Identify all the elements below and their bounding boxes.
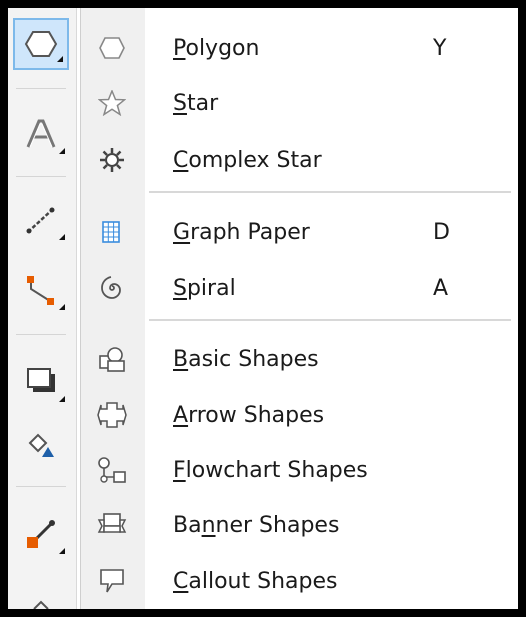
complex-star-icon (97, 146, 127, 174)
flowchart-shapes-icon (97, 456, 127, 484)
menu-separator (149, 191, 511, 193)
eyedropper-tool-icon (27, 520, 55, 548)
menu-item-star[interactable]: Star (81, 78, 518, 128)
drop-shadow-tool-icon (27, 368, 55, 392)
shortcut-label: A (433, 275, 449, 301)
menu-item-basic-shapes[interactable]: Basic Shapes (81, 334, 518, 384)
flyout-indicator-icon (59, 396, 65, 402)
arrow-shapes-icon (97, 401, 127, 429)
text-tool-icon (26, 119, 56, 148)
fill-tool-button[interactable] (13, 418, 69, 470)
flyout-indicator-icon (57, 56, 63, 62)
eyedropper-tool-button[interactable] (13, 508, 69, 560)
shapes-flyout-menu: Polygon Y Star Complex Star Graph Paper … (80, 8, 518, 609)
polygon-tool-button[interactable] (13, 18, 69, 70)
dimension-tool-button[interactable] (13, 194, 69, 246)
connector-tool-button[interactable] (13, 264, 69, 316)
polygon-icon (97, 34, 127, 62)
flyout-indicator-icon (59, 234, 65, 240)
menu-item-spiral[interactable]: Spiral A (81, 263, 518, 313)
extra-tool-button[interactable] (13, 578, 69, 609)
connector-tool-icon (27, 276, 54, 305)
toolbox (8, 8, 77, 609)
shortcut-label: Y (433, 35, 447, 61)
drop-shadow-tool-button[interactable] (13, 356, 69, 408)
menu-item-callout-shapes[interactable]: Callout Shapes (81, 556, 518, 606)
banner-shapes-icon (97, 511, 127, 539)
dimension-tool-icon (26, 207, 55, 234)
menu-item-flowchart-shapes[interactable]: Flowchart Shapes (81, 445, 518, 495)
menu-item-banner-shapes[interactable]: Banner Shapes (81, 500, 518, 550)
tool-icon (33, 600, 49, 609)
menu-separator (149, 319, 511, 321)
polygon-tool-icon (24, 31, 58, 57)
app-window: Polygon Y Star Complex Star Graph Paper … (8, 8, 518, 609)
spiral-icon (97, 274, 127, 302)
flyout-indicator-icon (59, 304, 65, 310)
text-tool-button[interactable] (13, 108, 69, 160)
basic-shapes-icon (97, 345, 127, 373)
star-icon (97, 89, 127, 117)
graph-paper-icon (97, 218, 127, 246)
callout-shapes-icon (97, 567, 127, 595)
menu-item-arrow-shapes[interactable]: Arrow Shapes (81, 390, 518, 440)
flyout-indicator-icon (59, 548, 65, 554)
menu-item-polygon[interactable]: Polygon Y (81, 23, 518, 73)
flyout-indicator-icon (59, 148, 65, 154)
menu-item-complex-star[interactable]: Complex Star (81, 135, 518, 185)
menu-item-graph-paper[interactable]: Graph Paper D (81, 207, 518, 257)
shortcut-label: D (433, 219, 450, 245)
fill-tool-icon (28, 433, 54, 457)
